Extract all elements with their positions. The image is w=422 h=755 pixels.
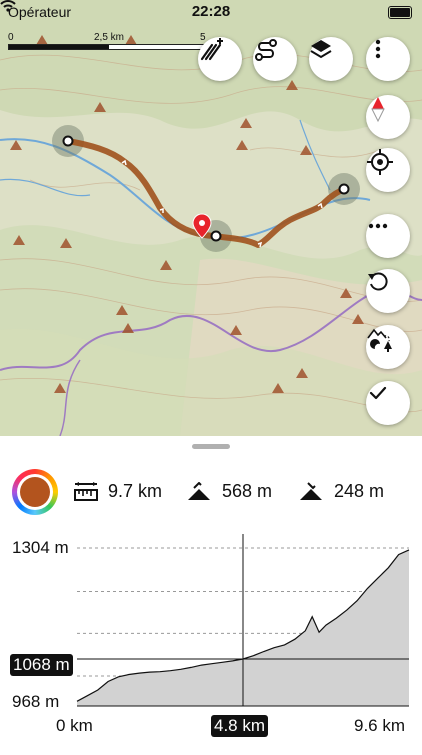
layers-button[interactable] [309,37,353,81]
drag-handle[interactable] [192,444,230,449]
battery-icon [388,6,412,19]
elevation-chart[interactable]: 1304 m 968 m 1068 m 0 km 4.8 km 9.6 km [0,530,422,750]
draw-route-icon [200,38,223,61]
compass-icon [371,97,385,123]
distance-value: 9.7 km [108,481,163,501]
track-color-swatch [20,477,50,507]
ascent-value: 568 m [222,481,273,501]
route-button[interactable] [253,37,297,81]
x-label-end: 9.6 km [354,716,406,735]
terrain-mode-button[interactable] [366,325,410,369]
undo-button[interactable] [366,269,410,313]
locate-button[interactable] [366,148,410,192]
y-label-bottom: 968 m [12,692,60,711]
descent-stat: 248 m [298,481,384,502]
ascent-stat: 568 m [186,481,272,502]
distance-icon [74,481,98,501]
confirm-button[interactable] [366,381,410,425]
ascent-icon [188,481,210,500]
track-color-button[interactable] [12,469,58,515]
clock: 22:28 [191,3,231,20]
draw-route-button[interactable] [198,37,242,81]
locate-icon [367,149,393,175]
route-icon [255,39,277,61]
check-icon [369,386,387,400]
compass-button[interactable] [366,95,410,139]
undo-icon [368,272,388,291]
more-actions-button[interactable] [366,214,410,258]
scale-label-mid: 2,5 km [94,32,125,43]
more-options-button[interactable] [366,37,410,81]
map-view[interactable]: Opérateur 22:28 0 2,5 km 5 [0,0,422,436]
scale-bar [8,44,208,50]
x-label-start: 0 km [56,716,93,735]
layers-icon [310,40,332,59]
terrain-icon [367,328,392,352]
cursor-distance-label: 4.8 km [211,715,269,737]
status-bar: Opérateur 22:28 [0,0,422,24]
cursor-elevation-label: 1068 m [10,654,73,676]
more-vertical-icon [375,39,381,59]
scale-label-start: 0 [8,32,14,43]
more-horizontal-icon [368,223,388,229]
map-scale: 0 2,5 km 5 [8,32,208,52]
distance-stat: 9.7 km [74,481,162,502]
descent-value: 248 m [334,481,385,501]
y-label-top: 1304 m [12,538,69,557]
descent-icon [300,481,322,500]
